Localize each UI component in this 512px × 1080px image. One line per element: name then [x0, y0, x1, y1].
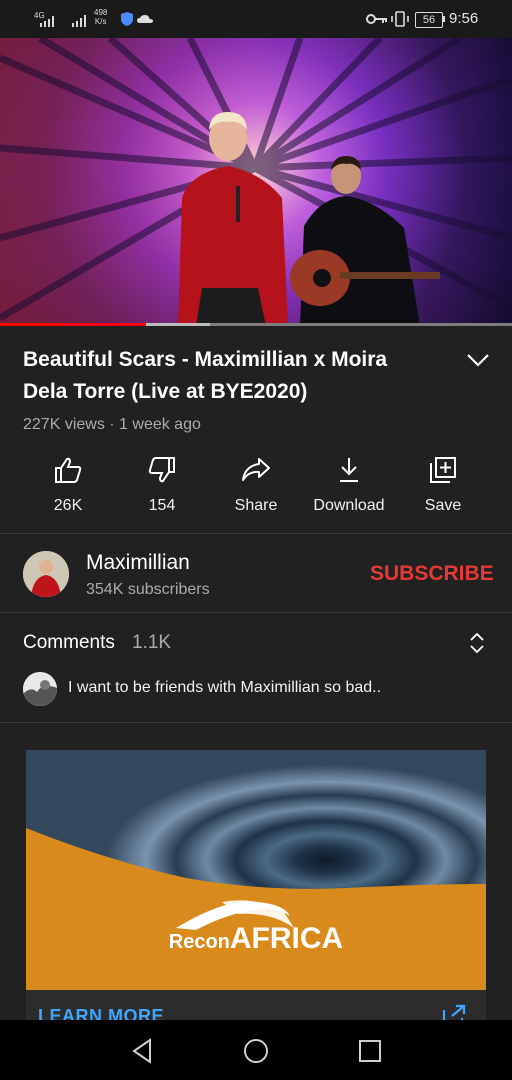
recents-icon[interactable] [358, 1039, 382, 1063]
clock: 9:56 [449, 10, 479, 27]
share-icon [242, 458, 270, 481]
comments-heading: Comments [23, 632, 115, 653]
comments-section[interactable] [0, 614, 512, 721]
dislike-count: 154 [148, 497, 176, 514]
download-icon [340, 458, 358, 482]
subscriber-count: 354K subscribers [86, 581, 210, 598]
ad-card[interactable]: ReconAFRICA LEARN MORE [26, 750, 486, 1020]
vibrate-icon [391, 11, 409, 27]
download-label: Download [313, 497, 385, 514]
like-button[interactable]: 26K [21, 455, 115, 525]
divider [0, 533, 512, 534]
back-icon[interactable] [130, 1038, 154, 1064]
commenter-avatar [23, 672, 57, 706]
external-link-icon[interactable] [440, 1004, 466, 1020]
divider [0, 722, 512, 723]
commenter-avatar-image [23, 672, 57, 706]
video-title[interactable]: Beautiful Scars - Maximillian x Moira De… [23, 344, 433, 408]
key-icon [366, 14, 387, 24]
notification-icons [121, 12, 153, 26]
video-frame [0, 38, 512, 326]
thumbs-up-icon [55, 457, 82, 483]
video-meta: 227K views · 1 week ago [23, 416, 201, 433]
comments-count: 1.1K [132, 632, 172, 653]
download-button[interactable]: Download [302, 455, 396, 525]
network-speed: 498 K/s [94, 8, 108, 26]
save-button[interactable]: Save [396, 455, 490, 525]
system-nav-bar [0, 1020, 512, 1080]
thumbs-down-icon [148, 457, 175, 483]
signal-icon [40, 15, 86, 27]
battery-tip [443, 16, 445, 22]
channel-name[interactable]: Maximillian [86, 551, 190, 575]
save-label: Save [424, 497, 462, 514]
share-button[interactable]: Share [209, 455, 303, 525]
battery-indicator: 56 [415, 12, 443, 28]
dislike-button[interactable]: 154 [115, 455, 209, 525]
channel-avatar-image [23, 551, 69, 597]
chevron-down-icon[interactable] [464, 350, 492, 370]
subscribe-button[interactable]: SUBSCRIBE [370, 562, 494, 586]
video-buffer-bar [145, 323, 210, 326]
ad-brand-logo: ReconAFRICA [168, 922, 344, 955]
video-player[interactable] [0, 38, 512, 326]
video-progress-bar[interactable] [0, 323, 146, 326]
top-comment: I want to be friends with Maximillian so… [68, 679, 382, 696]
channel-avatar[interactable] [23, 551, 69, 597]
share-label: Share [234, 497, 278, 514]
home-icon[interactable] [243, 1038, 269, 1064]
status-bar: 4G 498 K/s 56 9:56 [0, 0, 512, 38]
like-count: 26K [53, 497, 83, 514]
expand-collapse-icon[interactable] [466, 630, 488, 656]
learn-more-link[interactable]: LEARN MORE [38, 1006, 164, 1020]
save-playlist-icon [430, 457, 456, 483]
divider [0, 612, 512, 613]
